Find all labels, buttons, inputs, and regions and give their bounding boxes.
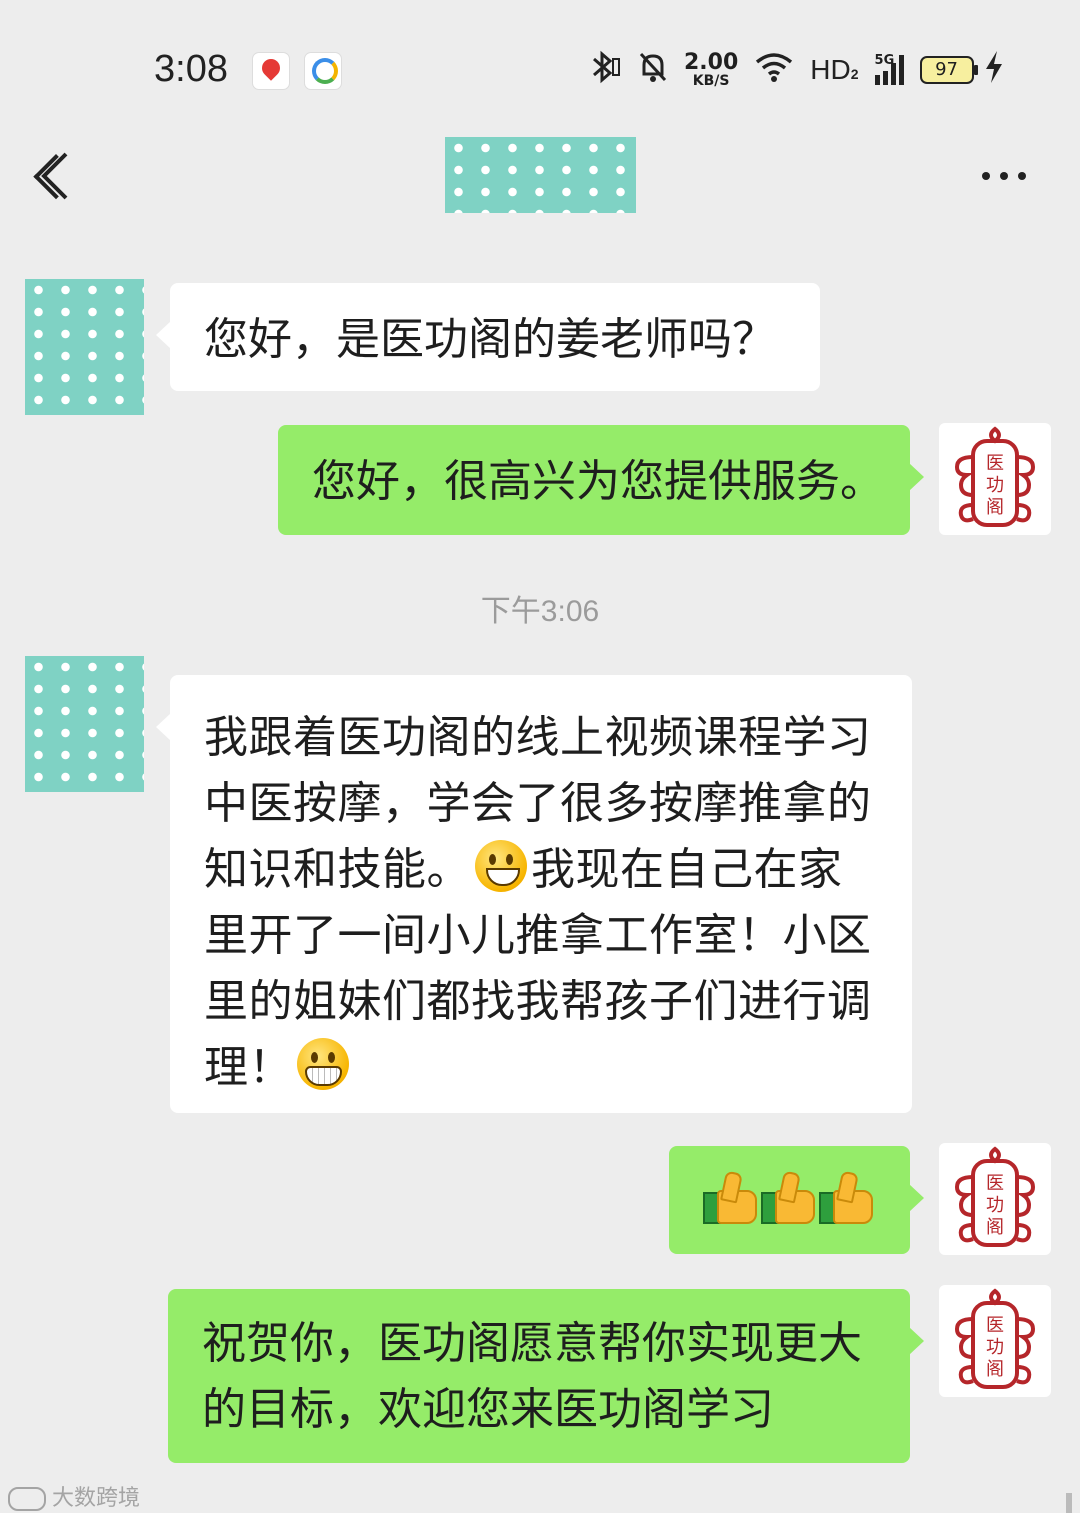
scrollbar[interactable] — [1066, 1493, 1072, 1513]
message-text: 您好，很高兴为您提供服务。 — [312, 456, 884, 507]
message-bubble-incoming[interactable]: 我跟着医功阁的线上视频课程学习中医按摩，学会了很多按摩推拿的知识和技能。 我现在自… — [156, 675, 912, 1113]
seal-char-3: 阁 — [986, 497, 1004, 518]
hd-sub: 2 — [850, 66, 859, 82]
seal-logo-icon: 医 功 阁 — [954, 426, 1036, 527]
message-bubble-incoming[interactable]: 您好，是医功阁的姜老师吗？ — [156, 283, 820, 391]
message-bubble-outgoing[interactable]: 祝贺你，医功阁愿意帮你实现更大的目标，欢迎您来医功阁学习 — [168, 1289, 924, 1463]
contact-avatar[interactable] — [25, 279, 144, 415]
seal-logo-icon: 医 功 阁 — [954, 1288, 1036, 1389]
contact-avatar[interactable] — [25, 656, 144, 792]
seal-char-2: 功 — [986, 1195, 1004, 1216]
chevron-left-icon — [41, 152, 68, 200]
battery-indicator: 97 — [919, 56, 978, 84]
message-text: 祝贺你，医功阁愿意帮你实现更大的目标，欢迎您来医功阁学习 — [202, 1318, 862, 1435]
grinning-face-emoji — [475, 840, 527, 892]
chat-title-redacted — [445, 137, 636, 213]
seal-char-3: 阁 — [986, 1359, 1004, 1380]
seal-char-1: 医 — [986, 453, 1004, 474]
watermark-logo-icon — [8, 1487, 46, 1511]
hd-indicator: HD2 — [810, 54, 858, 86]
seal-char-3: 阁 — [986, 1217, 1004, 1238]
big-grin-face-emoji — [297, 1038, 349, 1090]
watermark: 大数跨境 — [8, 1480, 140, 1512]
message-bubble-outgoing[interactable]: 您好，很高兴为您提供服务。 — [278, 425, 924, 535]
yigongge-seal-avatar[interactable]: 医 功 阁 — [939, 1285, 1051, 1397]
message-text: 您好，是医功阁的姜老师吗？ — [204, 314, 776, 365]
status-time: 3:08 — [154, 48, 228, 90]
app-notification-icon — [304, 52, 342, 90]
network-speed-unit: KB/S — [692, 73, 730, 89]
wifi-icon — [754, 51, 794, 89]
lightning-icon — [984, 50, 1004, 90]
thumbs-up-emoji — [819, 1170, 873, 1226]
message-bubble-outgoing[interactable] — [669, 1146, 924, 1254]
seal-char-1: 医 — [986, 1173, 1004, 1194]
thumbs-up-emoji — [703, 1170, 757, 1226]
cellular-signal-icon: 5G — [874, 53, 904, 85]
bluetooth-icon — [586, 49, 622, 91]
back-button[interactable] — [36, 150, 84, 202]
time-divider: 下午3:06 — [480, 595, 600, 628]
hd-label: HD — [810, 54, 851, 85]
watermark-text: 大数跨境 — [52, 1486, 141, 1511]
baidu-map-icon — [252, 52, 290, 90]
more-options-button[interactable] — [976, 160, 1032, 192]
network-speed-value: 2.00 — [684, 50, 739, 75]
seal-char-2: 功 — [986, 475, 1004, 496]
seal-logo-icon: 医 功 阁 — [954, 1146, 1036, 1247]
thumbs-up-emoji — [761, 1170, 815, 1226]
bell-muted-icon — [638, 50, 668, 90]
seal-char-1: 医 — [986, 1315, 1004, 1336]
network-speed: 2.00 KB/S — [684, 50, 739, 89]
yigongge-seal-avatar[interactable]: 医 功 阁 — [939, 423, 1051, 535]
yigongge-seal-avatar[interactable]: 医 功 阁 — [939, 1143, 1051, 1255]
more-dots-icon — [982, 172, 990, 180]
signal-5g-label: 5G — [874, 53, 895, 68]
seal-char-2: 功 — [986, 1337, 1004, 1358]
status-indicators: 2.00 KB/S HD2 5G 97 — [586, 50, 1004, 90]
